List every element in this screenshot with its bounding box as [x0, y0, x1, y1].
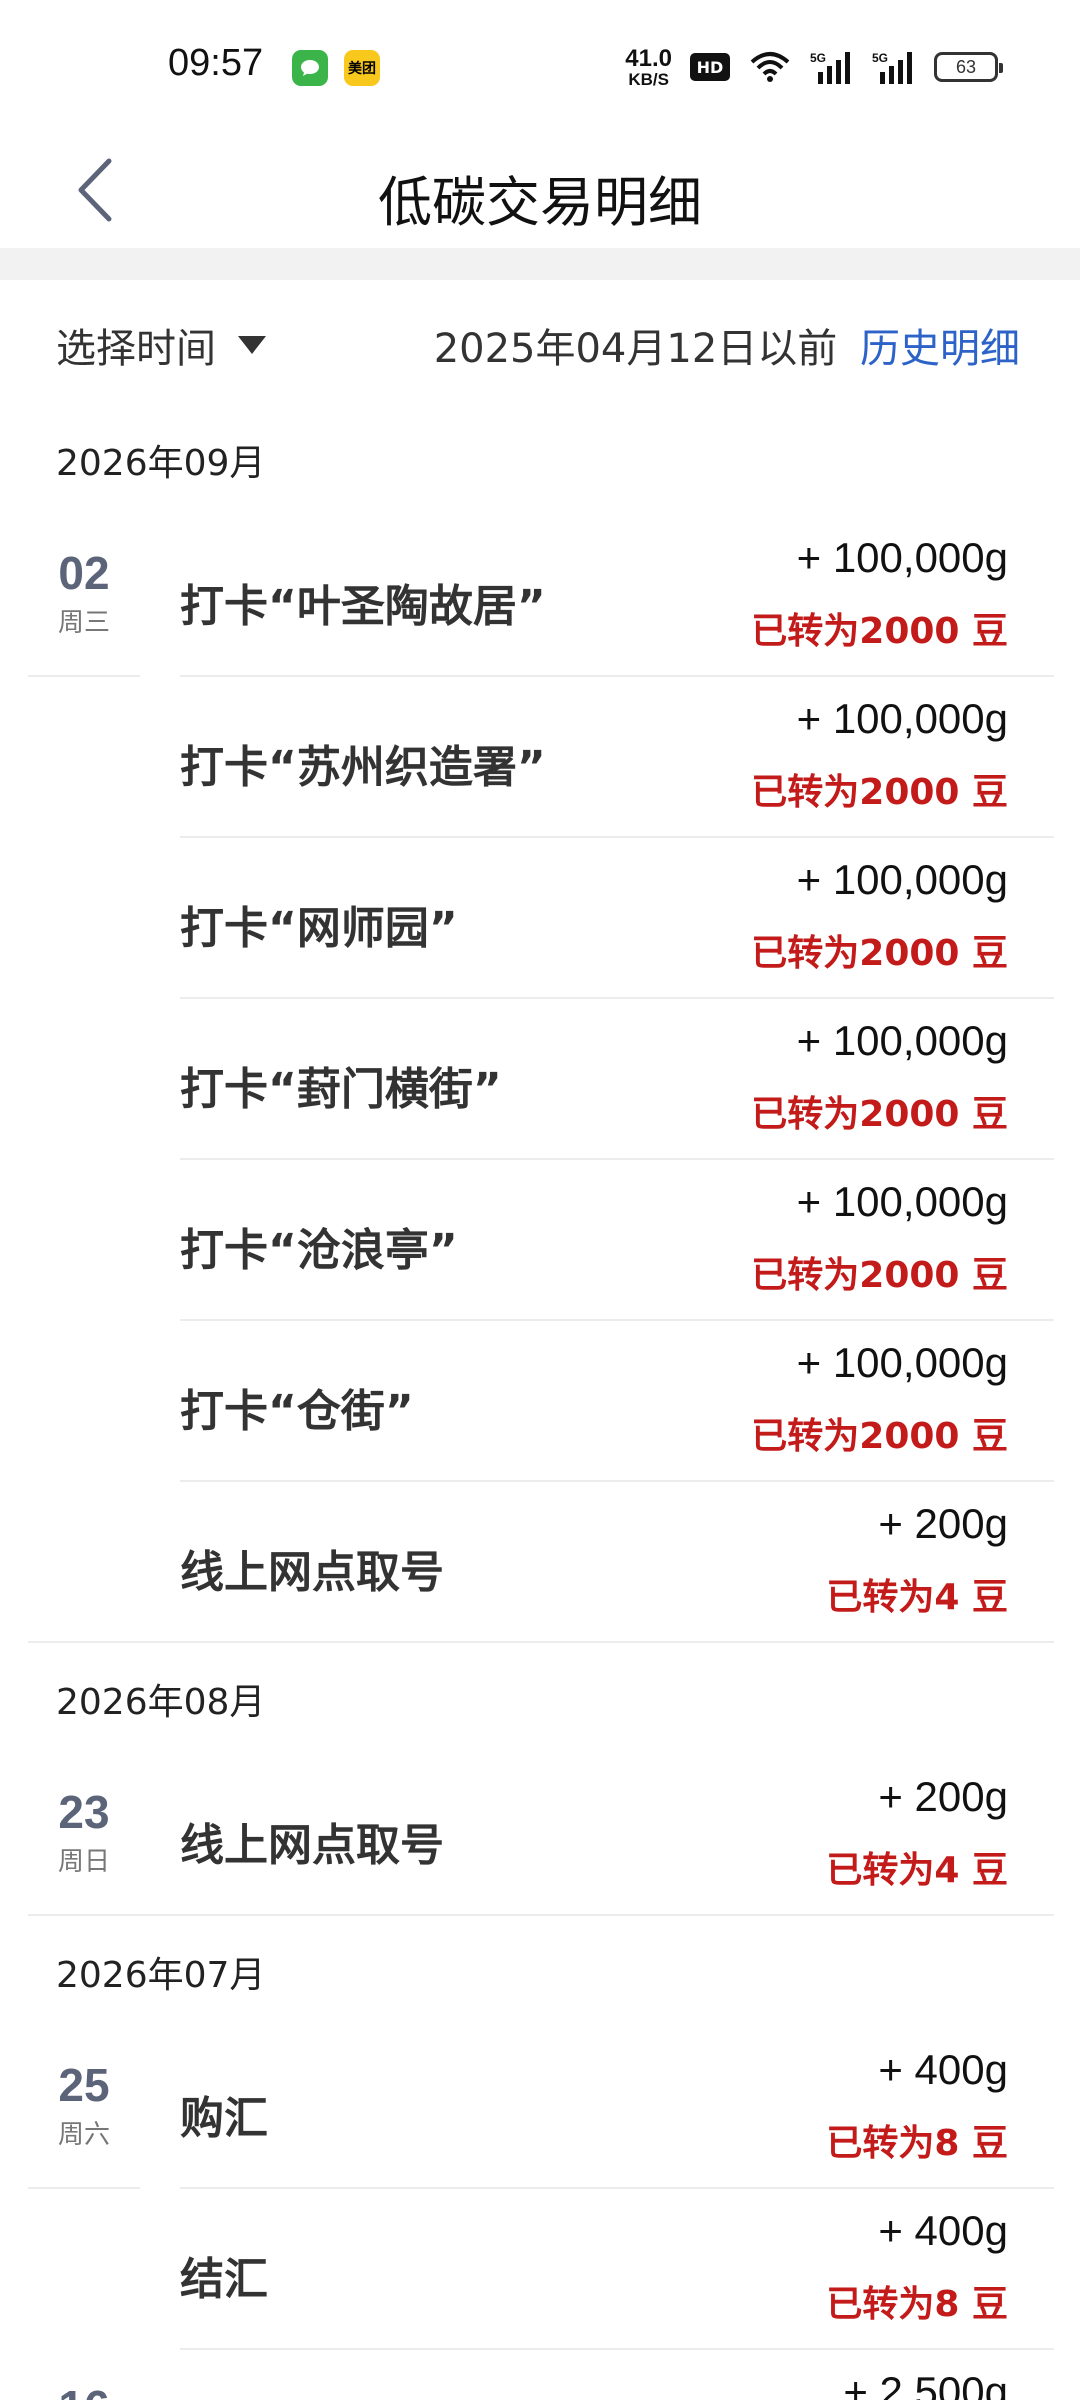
signal-5g-icon-1: 5G — [810, 51, 850, 84]
wifi-icon — [750, 52, 790, 82]
battery-level: 63 — [955, 56, 977, 77]
signal-5g-label: 5G — [810, 51, 826, 65]
date-column — [28, 1160, 140, 1321]
time-select-label: 选择时间 — [56, 326, 216, 372]
carbon-amount: + 200g — [878, 1500, 1008, 1547]
network-speed: 41.0 KB/S — [625, 44, 672, 89]
converted-beans: 已转为2000 豆 — [751, 1416, 1008, 1457]
caret-down-icon — [238, 336, 266, 354]
transaction-name: 购汇 — [180, 2093, 268, 2144]
date-column — [28, 677, 140, 838]
carbon-amount: + 100,000g — [796, 1339, 1008, 1386]
transaction-name: 线上网点取号 — [180, 1547, 444, 1598]
date-column — [28, 1321, 140, 1482]
row-divider — [28, 1914, 1054, 1916]
carbon-amount: + 2,500g — [843, 2368, 1008, 2400]
converted-beans: 已转为2000 豆 — [751, 933, 1008, 974]
transaction-name: 打卡“葑门横街” — [180, 1064, 502, 1115]
meituan-icon: 美团 — [344, 50, 380, 86]
date-column — [28, 1482, 140, 1643]
wechat-icon — [292, 50, 328, 86]
transaction-row[interactable]: 打卡“沧浪亭” + 100,000g 已转为2000 豆 — [0, 1160, 1080, 1321]
page-title: 低碳交易明细 — [378, 171, 702, 234]
status-time: 09:57 — [168, 42, 264, 84]
converted-beans: 已转为2000 豆 — [751, 1094, 1008, 1135]
header: 低碳交易明细 — [0, 130, 1080, 248]
history-details-link[interactable]: 历史明细 — [860, 326, 1020, 372]
month-header: 2026年07月 — [56, 1955, 266, 1996]
transaction-row[interactable]: 打卡“苏州织造署” + 100,000g 已转为2000 豆 — [0, 677, 1080, 838]
transaction-name: 打卡“苏州织造署” — [180, 742, 546, 793]
month-header: 2026年09月 — [56, 443, 266, 484]
converted-beans: 已转为2000 豆 — [751, 1255, 1008, 1296]
converted-beans: 已转为8 豆 — [826, 2123, 1008, 2164]
hd-icon: HD — [690, 53, 730, 81]
day-number: 16 — [28, 2380, 140, 2400]
transaction-row[interactable]: 16 + 2,500g — [0, 2350, 1080, 2400]
network-speed-unit: KB/S — [628, 69, 669, 89]
day-number: 02 — [58, 547, 110, 599]
date-column — [28, 2189, 140, 2350]
battery-icon: 63 — [934, 52, 1003, 82]
transaction-name: 打卡“叶圣陶故居” — [180, 581, 546, 632]
converted-beans: 已转为4 豆 — [826, 1577, 1008, 1618]
transaction-name: 结汇 — [180, 2254, 268, 2305]
transaction-name: 打卡“仓街” — [180, 1386, 414, 1437]
converted-beans: 已转为4 豆 — [826, 1850, 1008, 1891]
transaction-row[interactable]: 02 周三 打卡“叶圣陶故居” + 100,000g 已转为2000 豆 — [0, 516, 1080, 677]
signal-5g-icon-2: 5G — [872, 51, 912, 84]
date-column: 16 — [28, 2350, 140, 2400]
carbon-amount: + 100,000g — [796, 534, 1008, 581]
filter-info: 2025年04月12日以前 历史明细 — [434, 316, 1020, 374]
carbon-amount: + 100,000g — [796, 1017, 1008, 1064]
carbon-amount: + 100,000g — [796, 1178, 1008, 1225]
divider-band — [0, 248, 1080, 280]
date-column: 02 周三 — [28, 516, 140, 677]
transaction-row[interactable]: 打卡“葑门横街” + 100,000g 已转为2000 豆 — [0, 999, 1080, 1160]
date-column — [28, 838, 140, 999]
month-header: 2026年08月 — [56, 1682, 266, 1723]
carbon-amount: + 400g — [878, 2207, 1008, 2254]
transaction-row[interactable]: 25 周六 购汇 + 400g 已转为8 豆 — [0, 2028, 1080, 2189]
carbon-amount: + 100,000g — [796, 856, 1008, 903]
transaction-row[interactable]: 23 周日 线上网点取号 + 200g 已转为4 豆 — [0, 1755, 1080, 1916]
transaction-name: 打卡“网师园” — [180, 903, 458, 954]
day-number: 23 — [58, 1786, 110, 1838]
transaction-name: 线上网点取号 — [180, 1820, 444, 1871]
carbon-amount: + 200g — [878, 1773, 1008, 1820]
time-select-dropdown[interactable]: 选择时间 — [56, 316, 266, 374]
transaction-name: 打卡“沧浪亭” — [180, 1225, 458, 1276]
network-speed-value: 41.0 — [625, 44, 672, 72]
weekday-label: 周三 — [57, 608, 110, 638]
converted-beans: 已转为8 豆 — [826, 2284, 1008, 2325]
weekday-label: 周日 — [57, 1847, 110, 1877]
transaction-row[interactable]: 结汇 + 400g 已转为8 豆 — [0, 2189, 1080, 2350]
date-column — [28, 999, 140, 1160]
status-indicators: 41.0 KB/S HD 5G 5G 63 — [625, 44, 1003, 90]
cutoff-date-text: 2025年04月12日以前 — [433, 326, 838, 372]
date-column: 25 周六 — [28, 2028, 140, 2189]
filter-row: 选择时间 2025年04月12日以前 历史明细 — [0, 280, 1080, 404]
day-number: 25 — [58, 2059, 110, 2111]
row-divider — [28, 1641, 1054, 1643]
converted-beans: 已转为2000 豆 — [751, 611, 1008, 652]
date-column: 23 周日 — [28, 1755, 140, 1916]
converted-beans: 已转为2000 豆 — [751, 772, 1008, 813]
transaction-row[interactable]: 线上网点取号 + 200g 已转为4 豆 — [0, 1482, 1080, 1643]
transaction-row[interactable]: 打卡“仓街” + 100,000g 已转为2000 豆 — [0, 1321, 1080, 1482]
transaction-row[interactable]: 打卡“网师园” + 100,000g 已转为2000 豆 — [0, 838, 1080, 999]
signal-5g-label: 5G — [872, 51, 888, 65]
weekday-label: 周六 — [57, 2120, 110, 2150]
transaction-list: 2026年09月 02 周三 打卡“叶圣陶故居” + 100,000g 已转为2000 豆… — [0, 404, 1080, 2400]
status-bar: 09:57 美团 41.0 KB/S HD 5G 5G 63 — [0, 0, 1080, 130]
carbon-amount: + 100,000g — [796, 695, 1008, 742]
carbon-amount: + 400g — [878, 2046, 1008, 2093]
